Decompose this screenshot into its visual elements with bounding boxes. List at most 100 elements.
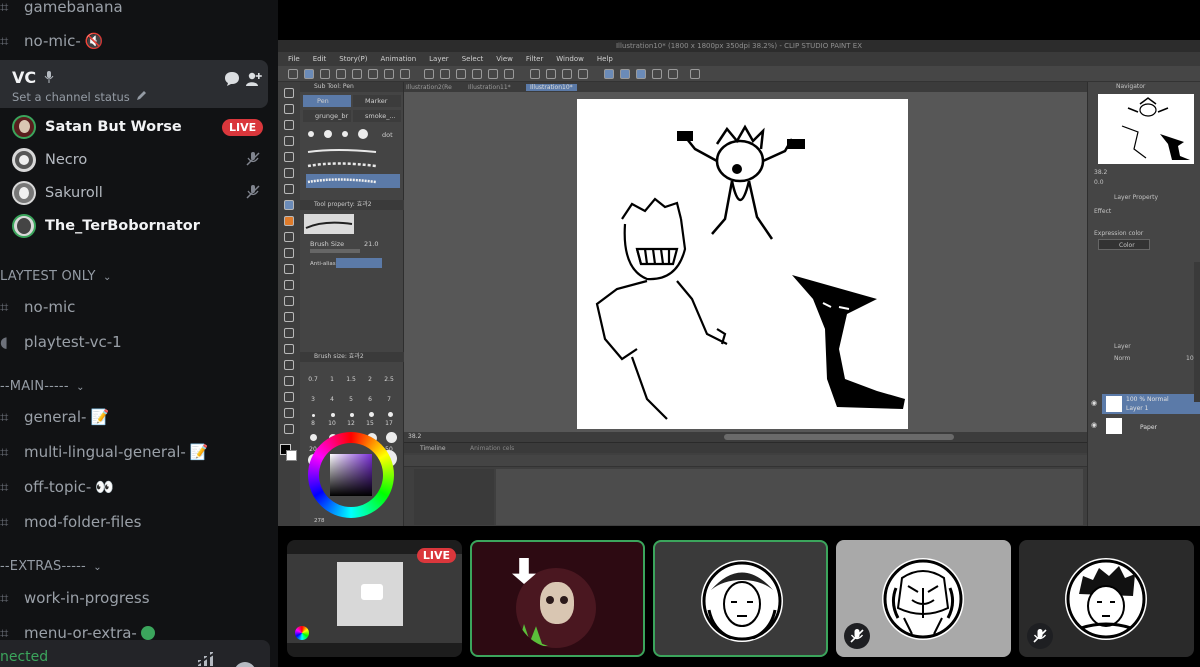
new-layer-icon[interactable]: [400, 69, 410, 79]
zoom-tool-icon[interactable]: [284, 88, 294, 98]
transform-icon[interactable]: [488, 69, 498, 79]
invert-selection-icon[interactable]: [546, 69, 556, 79]
menu-edit[interactable]: Edit: [313, 55, 327, 63]
pencil-tool-icon[interactable]: [284, 216, 294, 226]
zoom-level[interactable]: 38.2: [408, 433, 421, 440]
channel-no-mic[interactable]: ⌗ no-mic- 🔇: [0, 26, 104, 56]
marker-tab[interactable]: Marker: [353, 95, 401, 107]
color-wheel[interactable]: [308, 432, 394, 518]
channel-playtest-vc-1[interactable]: ◖ playtest-vc-1: [0, 327, 122, 357]
layer-row-paper[interactable]: Paper: [1102, 416, 1200, 436]
participant-tile-sakuroll[interactable]: [1019, 540, 1194, 657]
trim-icon[interactable]: [578, 69, 588, 79]
chat-bubble-icon[interactable]: [223, 70, 241, 88]
airbrush-tool-icon[interactable]: [284, 248, 294, 258]
channel-multi-lingual-general[interactable]: ⌗ multi-lingual-general- 📝: [0, 437, 209, 467]
channel-status[interactable]: Set a channel status: [12, 90, 147, 104]
brush-size-option[interactable]: 4: [323, 396, 341, 403]
channel-mod-folder-files[interactable]: ⌗ mod-folder-files: [0, 507, 141, 537]
pen-tool-icon[interactable]: [284, 200, 294, 210]
horizontal-scrollbar[interactable]: 38.2: [404, 432, 1087, 442]
flip-icon[interactable]: [504, 69, 514, 79]
snap-grid-icon[interactable]: [636, 69, 646, 79]
voice-user-the-terbobornator[interactable]: The_TerBobornator: [12, 212, 200, 240]
navigator-rotation[interactable]: 0.0: [1094, 179, 1104, 186]
menu-view[interactable]: View: [496, 55, 513, 63]
paint-icon[interactable]: [668, 69, 678, 79]
auto-select-tool-icon[interactable]: [284, 184, 294, 194]
blend-mode-select[interactable]: Norm: [1114, 355, 1130, 362]
lasso-tool-icon[interactable]: [284, 152, 294, 162]
ruler-icon[interactable]: [652, 69, 662, 79]
category-playtest[interactable]: LAYTEST ONLY ⌄: [0, 269, 112, 284]
expression-color-select[interactable]: Color: [1098, 239, 1150, 250]
gradient-tool-icon[interactable]: [284, 328, 294, 338]
menu-layer[interactable]: Layer: [429, 55, 449, 63]
balloon-tool-icon[interactable]: [284, 408, 294, 418]
brush-tool-icon[interactable]: [284, 232, 294, 242]
smoke-tab[interactable]: smoke_...: [353, 110, 401, 122]
operation-tool-icon[interactable]: [284, 136, 294, 146]
fill-tool-icon[interactable]: [284, 312, 294, 322]
pen-tab[interactable]: Pen: [303, 95, 351, 107]
timeline-controls[interactable]: [404, 455, 1087, 467]
animation-cels-tab[interactable]: Animation cels: [470, 445, 514, 452]
open-icon[interactable]: [320, 69, 330, 79]
drawing-canvas[interactable]: [577, 99, 908, 429]
deselect-icon[interactable]: [530, 69, 540, 79]
snap-special-ruler-icon[interactable]: [620, 69, 630, 79]
layer-row-layer1[interactable]: 100 % Normal Layer 1: [1102, 394, 1200, 414]
brush-size-option[interactable]: 1.5: [342, 376, 360, 383]
menu-help[interactable]: Help: [597, 55, 613, 63]
brush-size-option[interactable]: 3: [304, 396, 322, 403]
brush-size-option[interactable]: 6: [361, 396, 379, 403]
category-main[interactable]: --MAIN----- ⌄: [0, 379, 85, 394]
channel-general[interactable]: ⌗ general- 📝: [0, 402, 109, 432]
brush-size-option[interactable]: 2.5: [380, 376, 398, 383]
fill-icon[interactable]: [472, 69, 482, 79]
channel-work-in-progress[interactable]: ⌗ work-in-progress: [0, 583, 150, 613]
hand-tool-icon[interactable]: [284, 104, 294, 114]
voice-user-satan-but-worse[interactable]: Satan But Worse: [12, 113, 182, 141]
crop-icon[interactable]: [562, 69, 572, 79]
brush-size-option[interactable]: 15: [361, 420, 379, 427]
menu-animation[interactable]: Animation: [380, 55, 416, 63]
voice-user-sakuroll[interactable]: Sakuroll: [12, 179, 103, 207]
category-extras[interactable]: --EXTRAS----- ⌄: [0, 559, 102, 574]
correct-line-tool-icon[interactable]: [284, 424, 294, 434]
brush-size-option[interactable]: 12: [342, 420, 360, 427]
text-tool-icon[interactable]: [284, 392, 294, 402]
brush-size-option[interactable]: 17: [380, 420, 398, 427]
participant-tile-necro[interactable]: [836, 540, 1011, 657]
signal-icon[interactable]: [196, 652, 216, 666]
blend-tool-icon[interactable]: [284, 296, 294, 306]
brush-size-option[interactable]: 7: [380, 396, 398, 403]
voice-channel-vc[interactable]: VC Set a channel status: [0, 60, 268, 108]
voice-user-necro[interactable]: Necro: [12, 146, 87, 174]
move-tool-icon[interactable]: [284, 120, 294, 130]
menu-select[interactable]: Select: [462, 55, 484, 63]
frame-tool-icon[interactable]: [284, 360, 294, 370]
decoration-tool-icon[interactable]: [284, 280, 294, 290]
snap-ruler-icon[interactable]: [604, 69, 614, 79]
color-square[interactable]: [330, 454, 372, 496]
menu-filter[interactable]: Filter: [526, 55, 543, 63]
doc-tab-active[interactable]: Illustration10*: [526, 84, 577, 91]
brush-size-option[interactable]: 5: [342, 396, 360, 403]
redo-icon[interactable]: [440, 69, 450, 79]
new-file-icon[interactable]: [288, 69, 298, 79]
brush-size-option[interactable]: 10: [323, 420, 341, 427]
export-2-icon[interactable]: [384, 69, 394, 79]
menu-window[interactable]: Window: [556, 55, 584, 63]
menu-story[interactable]: Story(P): [339, 55, 367, 63]
timeline-frames[interactable]: [496, 469, 1083, 525]
antialias-selector[interactable]: [336, 258, 382, 268]
brush-size-option[interactable]: 1: [323, 376, 341, 383]
channel-gamebanana[interactable]: ⌗ gamebanana: [0, 0, 123, 22]
brush-preset-dot[interactable]: dot: [304, 128, 400, 140]
navigator-preview[interactable]: [1098, 94, 1194, 164]
eye-icon[interactable]: ◉: [1091, 399, 1097, 407]
print-icon[interactable]: [352, 69, 362, 79]
grunge-tab[interactable]: grunge_br: [303, 110, 351, 122]
brush-size-option[interactable]: 8: [304, 420, 322, 427]
